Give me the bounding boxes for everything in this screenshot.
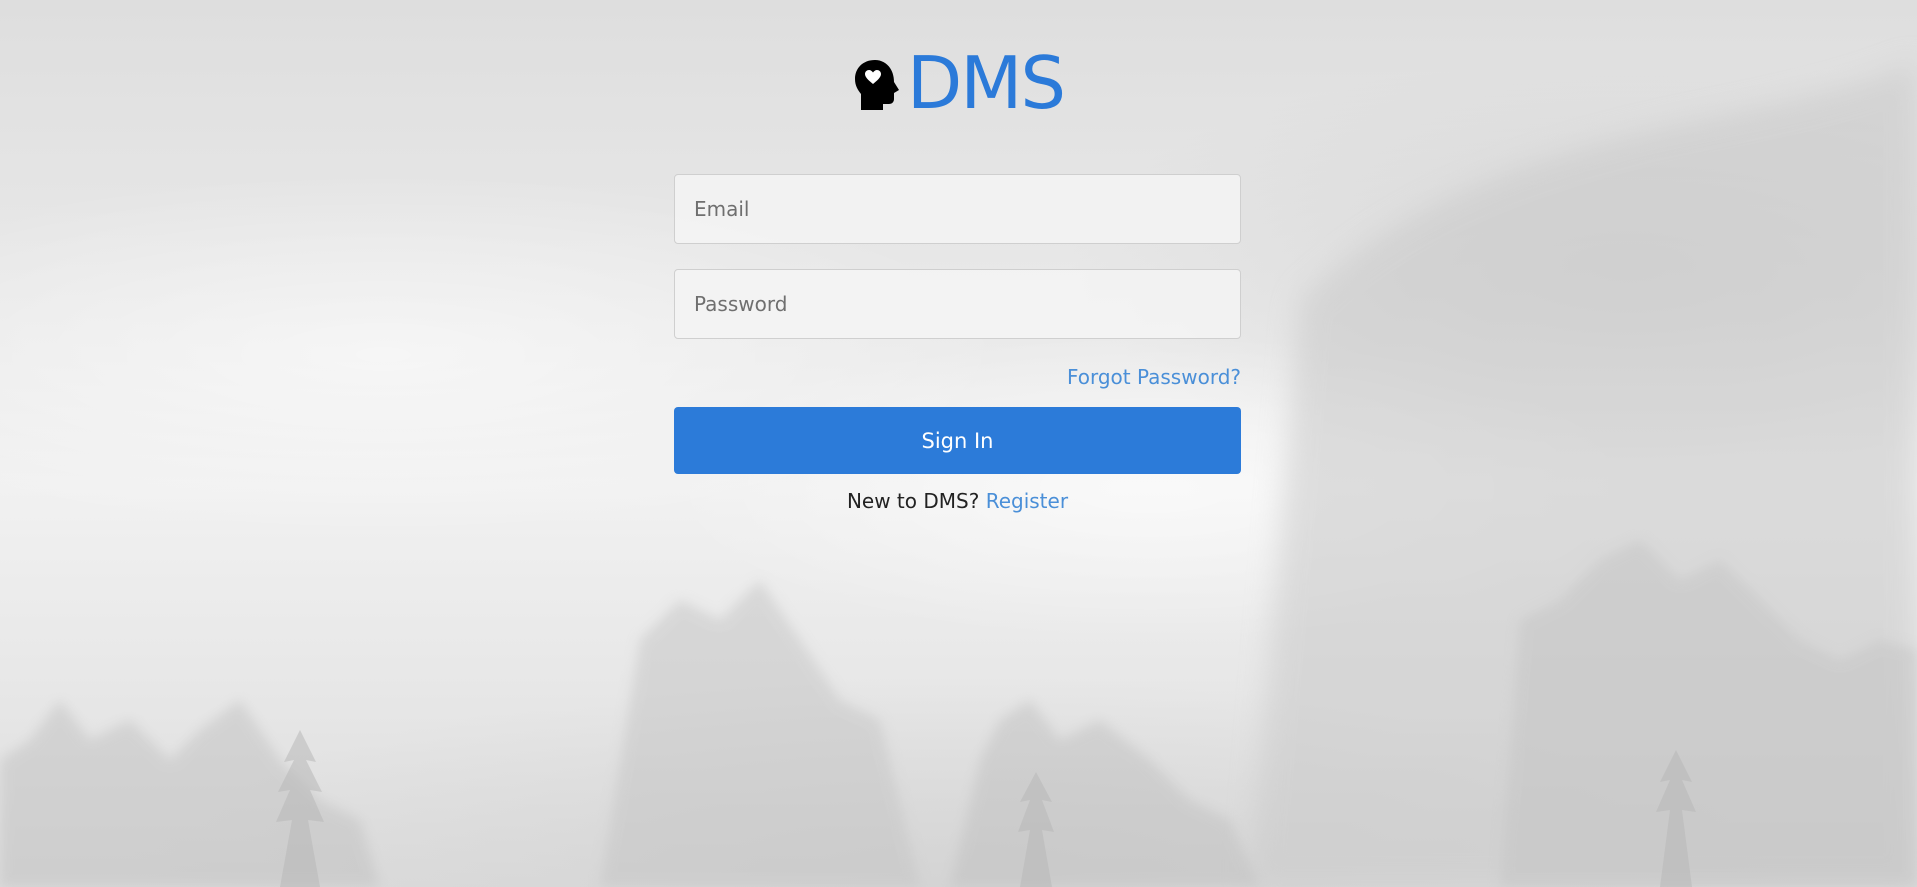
sign-in-button[interactable]: Sign In [674,407,1241,474]
brand-logo: DMS [0,42,1917,124]
register-row: New to DMS? Register [674,489,1241,513]
password-field[interactable] [674,269,1241,339]
head-heart-icon [854,60,899,110]
register-link[interactable]: Register [986,489,1068,513]
login-form: Forgot Password? Sign In New to DMS? Reg… [674,174,1241,513]
brand-name: DMS [906,41,1066,125]
register-prompt: New to DMS? [846,489,980,513]
email-field[interactable] [674,174,1241,244]
forgot-row: Forgot Password? [674,365,1241,393]
forgot-password-link[interactable]: Forgot Password? [1067,365,1241,389]
